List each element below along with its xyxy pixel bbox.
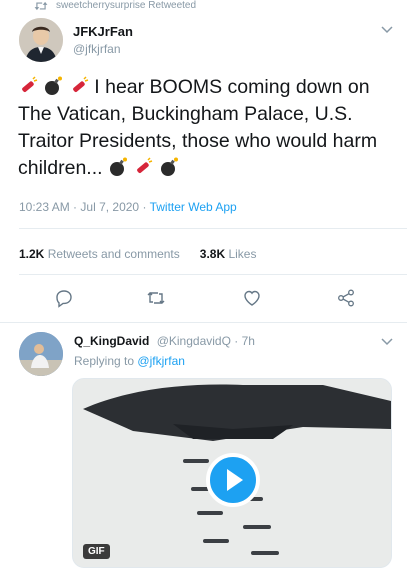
like-icon[interactable] (242, 288, 262, 308)
bomb-icon (45, 76, 63, 95)
retweet-icon[interactable] (146, 288, 166, 308)
chevron-down-icon[interactable] (381, 338, 393, 346)
retweets-count: 1.2K (19, 247, 45, 261)
divider (19, 228, 407, 229)
play-button[interactable] (206, 453, 260, 507)
firecracker-icon (22, 76, 38, 92)
meta-separator: · (234, 334, 239, 348)
reply-avatar[interactable] (19, 332, 63, 376)
likes-stat[interactable]: 3.8K Likes (200, 247, 257, 261)
retweet-icon (34, 1, 48, 10)
reply-header: Q_KingDavid @KingdavidQ · 7h (74, 334, 255, 348)
firecracker-icon (73, 76, 89, 92)
reply-author-handle[interactable]: @KingdavidQ (157, 334, 231, 348)
gif-badge: GIF (83, 544, 110, 559)
retweet-header: sweetcherrysurprise Retweeted (34, 0, 196, 11)
reply-author-name[interactable]: Q_KingDavid (74, 334, 149, 348)
author-avatar[interactable] (19, 18, 63, 62)
author-name[interactable]: JFKJrFan (73, 24, 133, 39)
retweets-label: Retweets and comments (47, 247, 180, 261)
bomb-icon (160, 157, 178, 176)
likes-count: 3.8K (199, 247, 226, 261)
reply-mention[interactable]: @jfkjrfan (137, 354, 185, 368)
bomb-icon (109, 157, 127, 176)
tweet-actions (0, 288, 407, 312)
tweet-author[interactable]: JFKJrFan @jfkjrfan (19, 18, 133, 62)
retweets-stat[interactable]: 1.2K Retweets and comments (19, 247, 180, 261)
meta-separator: · (142, 200, 147, 214)
tweet-date[interactable]: Jul 7, 2020 (80, 200, 139, 214)
reply-icon[interactable] (54, 288, 74, 308)
share-icon[interactable] (336, 288, 356, 308)
retweet-text: sweetcherrysurprise Retweeted (56, 0, 197, 11)
tweet-meta: 10:23 AM · Jul 7, 2020 · Twitter Web App (19, 200, 237, 214)
reply-time[interactable]: 7h (242, 334, 255, 348)
tweet-source[interactable]: Twitter Web App (150, 200, 237, 214)
replying-prefix: Replying to (74, 354, 135, 368)
author-handle[interactable]: @jfkjrfan (73, 42, 133, 56)
play-icon (227, 469, 243, 491)
tweet-time[interactable]: 10:23 AM (19, 200, 70, 214)
firecracker-icon (137, 157, 153, 173)
gif-media[interactable]: GIF (72, 378, 392, 568)
tweet-stats: 1.2K Retweets and comments 3.8K Likes (19, 247, 256, 261)
chevron-down-icon[interactable] (381, 26, 393, 34)
meta-separator: · (73, 200, 78, 214)
likes-label: Likes (228, 247, 257, 261)
divider (0, 322, 407, 323)
replying-to: Replying to @jfkjrfan (74, 354, 185, 368)
divider (19, 274, 407, 275)
tweet-text: I hear BOOMS coming down on The Vatican,… (18, 74, 398, 182)
